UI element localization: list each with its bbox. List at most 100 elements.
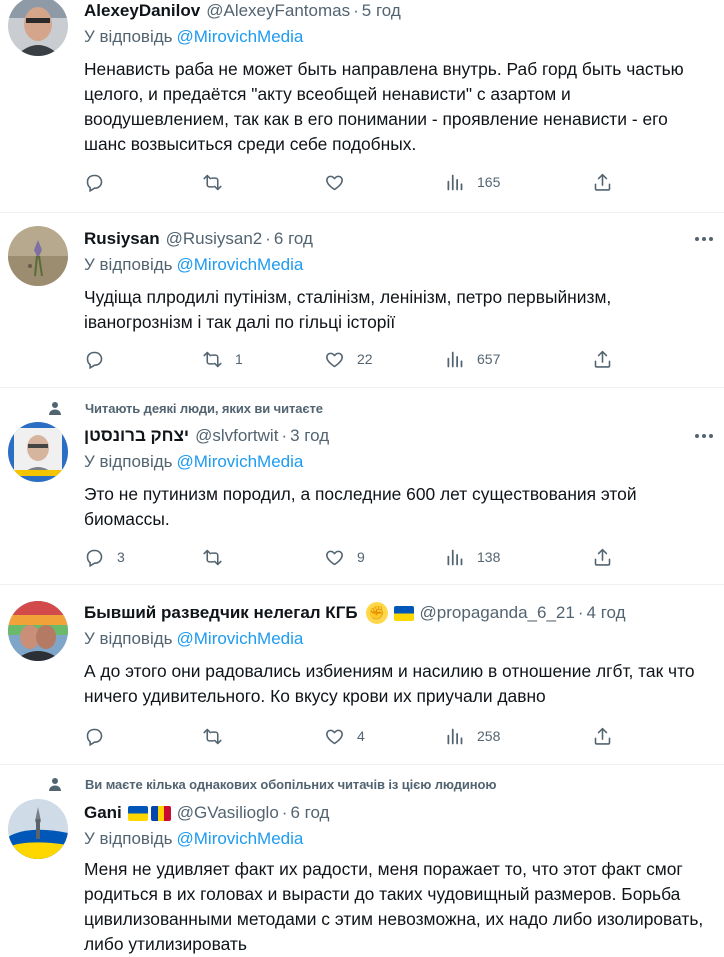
reply-tweet[interactable]: Ви маєте кілька однакових обопільних чит… [0,765,724,957]
reply-tweet[interactable]: Бывший разведчик нелегал КГБ ✊ @propagan… [0,585,724,765]
tweet-text: Чудіща плродилі путінізм, сталінізм, лен… [84,287,612,332]
more-icon-dot [709,237,713,241]
reply-icon [84,172,105,193]
display-name[interactable]: AlexeyDanilov [84,1,200,21]
reply-context: У відповідь @MirovichMedia [84,255,303,279]
retweet-icon [202,547,223,568]
avatar[interactable] [8,226,68,286]
display-name[interactable]: Rusiysan [84,229,160,249]
replies-feed: AlexeyDanilov @AlexeyFantomas · 5 год У … [0,0,724,957]
more-button[interactable] [692,425,716,447]
tweet-header: Бывший разведчик нелегал КГБ ✊ @propagan… [84,602,626,624]
avatar[interactable] [8,422,68,482]
ukraine-flag-icon [393,605,414,621]
reply-to-link[interactable]: @MirovichMedia [177,255,304,274]
separator-dot: · [265,229,271,248]
like-button[interactable]: 4 [324,724,365,748]
more-icon [695,434,699,438]
views-count: 258 [477,728,501,744]
display-name[interactable]: Бывший разведчик нелегал КГБ [84,603,358,623]
more-icon-dot [702,434,706,438]
reply-prefix: У відповідь [84,829,173,848]
reply-button[interactable] [84,170,105,194]
ukraine-flag-icon [127,805,148,821]
username[interactable]: @slvfortwit [195,426,278,446]
display-name[interactable]: Gani [84,803,122,823]
share-button[interactable] [592,347,613,371]
tweet-text: Меня не удивляет факт их радости, меня п… [84,859,704,954]
separator-dot: · [281,426,288,445]
views-icon [444,726,465,747]
retweet-button[interactable] [202,724,223,748]
views-icon [444,172,465,193]
more-button[interactable] [692,228,716,250]
social-context: Читають деякі люди, яких ви читаєте [47,399,323,417]
reply-button[interactable] [84,347,105,371]
tweet-text: А до этого они радовались избиениям и на… [84,661,695,706]
person-icon [47,400,63,416]
reply-tweet[interactable]: Rusiysan @Rusiysan2 · 6 год У відповідь @… [0,213,724,388]
reply-to-link[interactable]: @MirovichMedia [177,629,304,648]
reply-context: У відповідь @MirovichMedia [84,629,303,653]
share-button[interactable] [592,724,613,748]
timestamp[interactable]: 6 год [290,803,329,823]
share-button[interactable] [592,545,613,569]
like-count: 4 [357,728,365,744]
action-bar: 165 [84,170,624,194]
social-context: Ви маєте кілька однакових обопільних чит… [47,775,496,793]
like-count: 9 [357,549,365,565]
timestamp[interactable]: 6 год [274,229,313,249]
views-button[interactable]: 138 [444,545,500,569]
username[interactable]: @AlexeyFantomas [206,1,350,21]
reply-button[interactable]: 3 [84,545,125,569]
username[interactable]: @Rusiysan2 [166,229,263,249]
avatar[interactable] [8,601,68,661]
more-icon-dot [709,434,713,438]
tweet-text: Ненависть раба не может быть направлена … [84,59,684,154]
avatar[interactable] [8,799,68,859]
social-context-text: Читають деякі люди, яких ви читаєте [85,400,323,416]
separator-dot: · [281,803,288,822]
reply-to-link[interactable]: @MirovichMedia [177,829,304,848]
reply-count: 3 [117,549,125,565]
views-button[interactable]: 657 [444,347,500,371]
action-bar: 3 9 138 [84,545,624,569]
timestamp[interactable]: 4 год [587,603,626,623]
reply-context: У відповідь @MirovichMedia [84,829,303,853]
tweet-text: Это не путинизм породил, а последние 600… [84,484,637,529]
reply-context: У відповідь @MirovichMedia [84,452,303,476]
timestamp[interactable]: 3 год [290,426,329,446]
person-icon [47,776,63,792]
like-button[interactable]: 9 [324,545,365,569]
social-context-text: Ви маєте кілька однакових обопільних чит… [85,776,497,792]
reply-tweet[interactable]: AlexeyDanilov @AlexeyFantomas · 5 год У … [0,0,724,213]
reply-to-link[interactable]: @MirovichMedia [177,452,304,471]
like-button[interactable]: 22 [324,347,373,371]
username[interactable]: @GVasilioglo [177,803,279,823]
heart-icon [324,172,345,193]
tweet-header: AlexeyDanilov @AlexeyFantomas · 5 год [84,0,401,22]
avatar[interactable] [8,0,68,56]
username[interactable]: @propaganda_6_21 [420,603,575,623]
tweet-header: Rusiysan @Rusiysan2 · 6 год [84,228,313,250]
reply-tweet[interactable]: Читають деякі люди, яких ви читаєте יצחק… [0,388,724,585]
moldova-flag-icon [150,805,171,821]
like-button[interactable] [324,170,345,194]
retweet-button[interactable] [202,170,223,194]
share-icon [592,726,613,747]
views-button[interactable]: 258 [444,724,500,748]
more-icon-dot [702,237,706,241]
views-button[interactable]: 165 [444,170,500,194]
reply-button[interactable] [84,724,105,748]
timestamp[interactable]: 5 год [362,1,401,21]
reply-to-link[interactable]: @MirovichMedia [177,27,304,46]
heart-icon [324,349,345,370]
reply-prefix: У відповідь [84,452,173,471]
retweet-icon [202,726,223,747]
share-button[interactable] [592,170,613,194]
views-icon [444,547,465,568]
display-name[interactable]: יצחק ברונסטן [84,426,189,446]
retweet-button[interactable]: 1 [202,347,243,371]
separator-dot: · [353,1,359,20]
retweet-button[interactable] [202,545,223,569]
